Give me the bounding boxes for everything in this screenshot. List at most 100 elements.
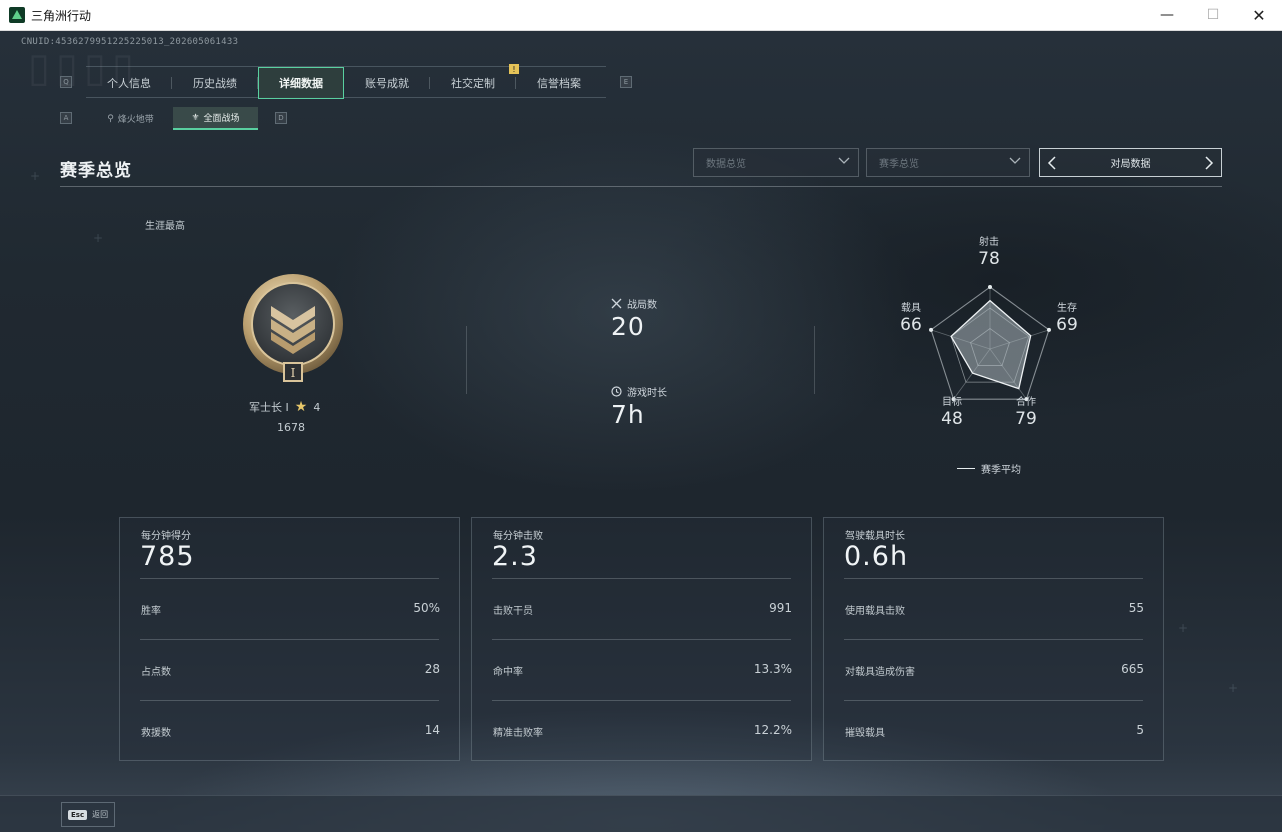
- data-overview-dropdown[interactable]: 数据总览: [693, 148, 859, 177]
- row-label: 命中率: [493, 667, 523, 678]
- radar-label-objective: 目标: [942, 397, 962, 408]
- switcher-label: 对局数据: [1110, 159, 1151, 170]
- chevron-right-icon[interactable]: [1203, 156, 1215, 170]
- clock-icon: [611, 386, 622, 397]
- decor-plus-icon: +: [30, 169, 41, 183]
- score-per-minute-card: 每分钟得分 785 胜率 50% 占点数 28 救援数 14: [119, 517, 460, 761]
- card-main-value: 785: [140, 541, 195, 572]
- maximize-button[interactable]: ☐: [1190, 0, 1236, 30]
- rank-name: 军士长 I: [249, 401, 289, 414]
- tab-label: 历史战绩: [193, 77, 237, 90]
- window-titlebar: 三角洲行动 — ☐ ✕: [0, 0, 1282, 31]
- tab-achievements[interactable]: 账号成就: [344, 67, 430, 99]
- esc-key-hint: Esc: [68, 809, 88, 820]
- career-high-label: 生涯最高: [145, 221, 185, 232]
- card-title: 每分钟得分: [141, 531, 191, 542]
- tab-label: 个人信息: [107, 77, 151, 90]
- subtab-label: 全面战场: [203, 114, 240, 124]
- row-label: 击败干员: [493, 606, 533, 617]
- row-value: 55: [1128, 601, 1144, 615]
- tab-social[interactable]: 社交定制: [430, 67, 516, 99]
- notification-badge: !: [509, 64, 519, 74]
- radar-value-survival: 69: [1056, 315, 1078, 335]
- radar-value-shooting: 78: [978, 249, 1000, 269]
- divider: [814, 326, 815, 394]
- minimize-button[interactable]: —: [1144, 0, 1190, 30]
- header-divider: [60, 186, 1222, 187]
- page-title: 赛季总览: [60, 161, 132, 181]
- battles-label: 战局数: [627, 300, 657, 311]
- chevron-down-icon: [1009, 157, 1021, 164]
- playtime-label: 游戏时长: [627, 388, 667, 399]
- radar-value-teamwork: 79: [1015, 409, 1037, 429]
- rank-score: 1678: [277, 421, 305, 434]
- close-button[interactable]: ✕: [1236, 0, 1282, 30]
- row-value: 50%: [413, 601, 440, 615]
- tab-label: 信誉档案: [537, 77, 581, 90]
- radar-value-objective: 48: [941, 409, 963, 429]
- card-main-value: 0.6h: [844, 541, 909, 572]
- dropdown-label: 数据总览: [706, 159, 746, 170]
- dropdown-label: 赛季总览: [879, 159, 919, 170]
- app-logo-icon: [9, 7, 25, 23]
- tab-credit[interactable]: 信誉档案: [516, 67, 602, 99]
- vehicle-time-card: 驾驶载具时长 0.6h 使用载具击败 55 对载具造成伤害 665 摧毁载具 5: [823, 517, 1164, 761]
- tab-detailed-data[interactable]: 详细数据: [258, 67, 344, 99]
- divider: [466, 326, 467, 394]
- key-hint-prev-tab: Q: [60, 76, 72, 88]
- subtab-beacon-zone[interactable]: ⚲ 烽火地带: [88, 107, 173, 130]
- rank-medal-icon: I: [243, 274, 343, 382]
- decor-plus-icon: +: [1178, 621, 1189, 635]
- sub-tab-bar: ⚲ 烽火地带 ⚜ 全面战场: [88, 107, 258, 130]
- playtime-label-group: 游戏时长: [611, 384, 667, 399]
- player-uid: CNUID:4536279951225225013_202605061433: [21, 37, 239, 47]
- tab-personal-info[interactable]: 个人信息: [86, 67, 172, 99]
- row-value: 12.2%: [753, 723, 792, 737]
- radar-label-survival: 生存: [1057, 303, 1077, 314]
- bottom-bar: Esc 返回: [0, 795, 1282, 832]
- window-title: 三角洲行动: [31, 8, 92, 23]
- row-value: 28: [424, 662, 440, 676]
- match-data-switcher: 对局数据: [1039, 148, 1222, 177]
- card-main-value: 2.3: [492, 541, 538, 572]
- divider: [140, 639, 439, 640]
- radar-label-vehicle: 载具: [901, 303, 921, 314]
- card-title: 驾驶载具时长: [845, 531, 905, 542]
- radar-label-shooting: 射击: [979, 237, 999, 248]
- back-button[interactable]: Esc 返回: [61, 802, 115, 827]
- legend-swatch: [957, 468, 975, 469]
- season-dropdown[interactable]: 赛季总览: [866, 148, 1030, 177]
- row-value: 991: [769, 601, 792, 615]
- row-value: 14: [424, 723, 440, 737]
- radar-value-vehicle: 66: [900, 315, 922, 335]
- row-value: 13.3%: [753, 662, 792, 676]
- divider: [140, 578, 439, 579]
- tab-label: 详细数据: [279, 77, 323, 90]
- key-hint-next-subtab: D: [275, 112, 287, 124]
- chevron-left-icon[interactable]: [1046, 156, 1058, 170]
- row-label: 使用载具击败: [845, 606, 905, 617]
- tab-history[interactable]: 历史战绩: [172, 67, 258, 99]
- tab-label: 账号成就: [365, 77, 409, 90]
- subtab-full-warfare[interactable]: ⚜ 全面战场: [173, 107, 258, 130]
- divider: [492, 639, 791, 640]
- key-hint-next-tab: E: [620, 76, 632, 88]
- battles-label-group: 战局数: [611, 296, 657, 311]
- decor-plus-icon: +: [93, 231, 104, 245]
- row-label: 占点数: [141, 667, 171, 678]
- radar-season-average-area: [950, 299, 1032, 390]
- divider: [140, 700, 439, 701]
- row-value: 5: [1136, 723, 1144, 737]
- divider: [492, 700, 791, 701]
- radar-legend: 赛季平均: [957, 461, 1021, 476]
- row-value: 665: [1121, 662, 1144, 676]
- kills-per-minute-card: 每分钟击败 2.3 击败干员 991 命中率 13.3% 精准击败率 12.2%: [471, 517, 812, 761]
- row-label: 对载具造成伤害: [845, 667, 915, 678]
- rank-line: 军士长 I ★ 4: [249, 399, 320, 415]
- radar-label-teamwork: 合作: [1016, 397, 1036, 408]
- beacon-icon: ⚲: [107, 113, 114, 124]
- game-viewport: ▯▯▯▯ CNUID:4536279951225225013_202605061…: [0, 31, 1282, 832]
- back-label: 返回: [92, 810, 109, 819]
- warfare-icon: ⚜: [191, 112, 200, 123]
- crossed-swords-icon: [611, 298, 622, 309]
